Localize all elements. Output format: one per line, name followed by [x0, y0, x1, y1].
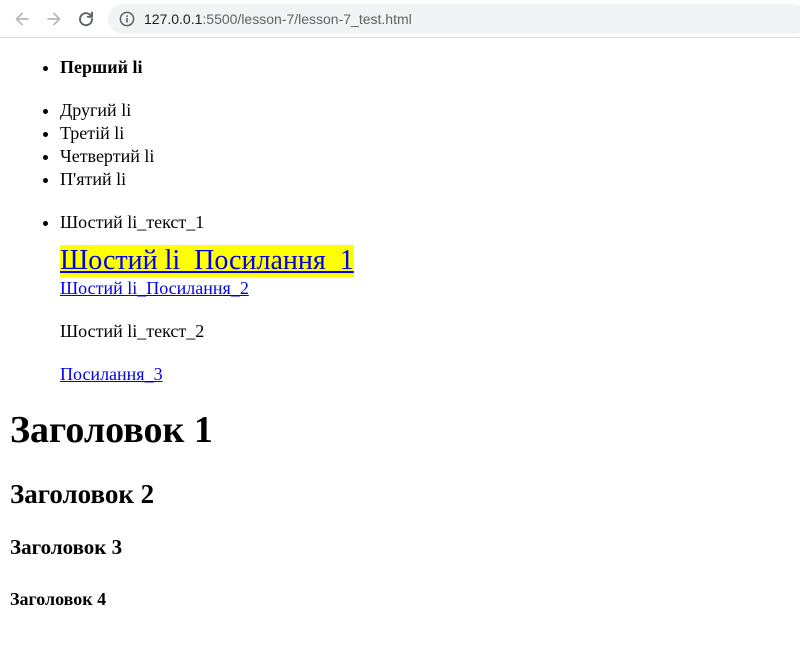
list-item-6-text-1: Шостий li_текст_1	[60, 212, 205, 232]
heading-2: Заголовок 2	[10, 479, 155, 509]
list-item-4: Четвертий li	[60, 145, 790, 168]
item-list: Перший li Другий li Третій li Четвертий …	[10, 56, 790, 386]
url-host: 127.0.0.1	[144, 11, 203, 27]
reload-icon	[79, 11, 93, 27]
link-3-paragraph: Посилання_3	[60, 363, 790, 386]
list-item-2: Другий li	[60, 99, 790, 122]
forward-button[interactable]	[40, 5, 68, 33]
heading-4: Заголовок 4	[10, 589, 107, 609]
arrow-right-icon	[47, 12, 61, 26]
heading-3: Заголовок 3	[10, 535, 123, 559]
url-text: 127.0.0.1:5500/lesson-7/lesson-7_test.ht…	[144, 11, 412, 27]
info-icon[interactable]	[118, 10, 136, 28]
arrow-left-icon	[15, 12, 29, 26]
reload-button[interactable]	[72, 5, 100, 33]
list-item-6: Шостий li_текст_1 Шостий li_Посилання_1 …	[60, 211, 790, 386]
address-bar[interactable]: 127.0.0.1:5500/lesson-7/lesson-7_test.ht…	[108, 4, 800, 34]
link-3[interactable]: Посилання_3	[60, 364, 163, 384]
back-button[interactable]	[8, 5, 36, 33]
list-item-1-text: Перший li	[60, 57, 143, 77]
page-content: Перший li Другий li Третій li Четвертий …	[10, 38, 790, 610]
highlighted-link-1[interactable]: Шостий li_Посилання_1	[60, 245, 354, 277]
link-2[interactable]: Шостий li_Посилання_2	[60, 278, 249, 298]
list-item-5: П'ятий li	[60, 168, 790, 191]
url-path: :5500/lesson-7/lesson-7_test.html	[202, 11, 412, 27]
page-viewport: Перший li Другий li Третій li Четвертий …	[0, 38, 800, 650]
heading-1: Заголовок 1	[10, 409, 213, 451]
list-item-6-text-2: Шостий li_текст_2	[60, 321, 205, 341]
list-item-3: Третій li	[60, 122, 790, 145]
browser-toolbar: 127.0.0.1:5500/lesson-7/lesson-7_test.ht…	[0, 0, 800, 38]
list-item-1: Перший li	[60, 56, 790, 79]
